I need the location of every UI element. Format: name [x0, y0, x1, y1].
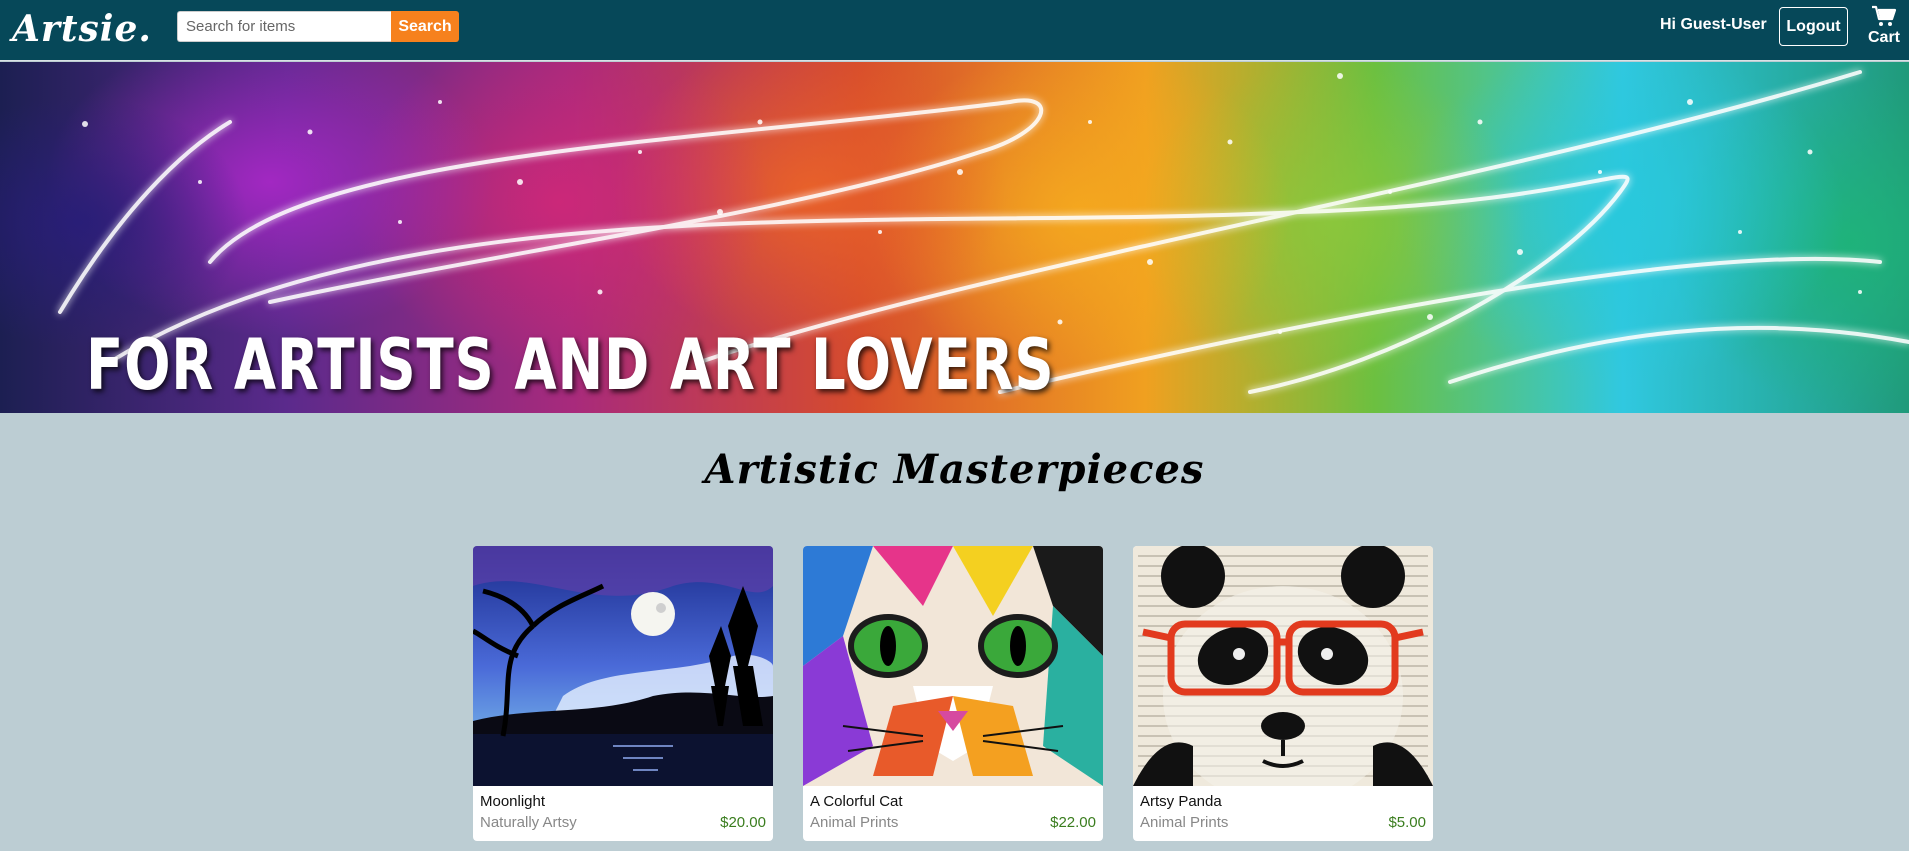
product-card[interactable]: A Colorful Cat Animal Prints $22.00 [803, 546, 1103, 841]
product-name[interactable]: A Colorful Cat [810, 793, 903, 810]
product-price: $22.00 [1050, 814, 1096, 831]
shopping-cart-icon [1872, 5, 1897, 26]
logo[interactable]: Artsie. [12, 7, 152, 51]
cart-label: Cart [1867, 29, 1900, 46]
product-image-artsy-panda[interactable] [1133, 546, 1433, 786]
product-category: Naturally Artsy [480, 814, 577, 831]
product-name[interactable]: Moonlight [480, 793, 545, 810]
top-navbar: Artsie. Search Hi Guest-User Logout Cart [0, 0, 1909, 61]
product-name[interactable]: Artsy Panda [1140, 793, 1222, 810]
product-price: $5.00 [1388, 814, 1426, 831]
product-category: Animal Prints [810, 814, 899, 831]
product-image-moonlight[interactable] [473, 546, 773, 786]
product-card[interactable]: Artsy Panda Animal Prints $5.00 [1133, 546, 1433, 841]
product-image-colorful-cat[interactable] [803, 546, 1103, 786]
product-price: $20.00 [720, 814, 766, 831]
product-card[interactable]: Moonlight Naturally Artsy $20.00 [473, 546, 773, 841]
hero-banner: FOR ARTISTS AND ART LOVERS [0, 62, 1909, 413]
section-title: Artistic Masterpieces [704, 446, 1205, 493]
search-form: Search [177, 11, 459, 42]
hero-title: FOR ARTISTS AND ART LOVERS [86, 324, 1055, 406]
cart-link[interactable]: Cart [1864, 5, 1904, 47]
product-category: Animal Prints [1140, 814, 1229, 831]
search-button[interactable]: Search [391, 11, 459, 42]
search-input[interactable] [177, 11, 391, 42]
user-greeting: Hi Guest-User [1660, 16, 1767, 33]
logout-button[interactable]: Logout [1779, 7, 1848, 46]
